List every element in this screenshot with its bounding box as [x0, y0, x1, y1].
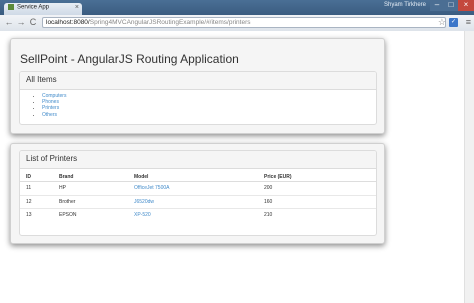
page-title: SellPoint - AngularJS Routing Applicatio…	[20, 52, 239, 66]
items-list: Computers Phones Printers Others	[20, 90, 376, 118]
printers-heading: List of Printers	[20, 151, 376, 169]
cell-id: 13	[20, 208, 59, 222]
printers-table: ID Brand Model Price (EUR) 11 HP OfficeJ…	[20, 172, 376, 222]
cell-brand: HP	[59, 181, 134, 195]
all-items-heading: All Items	[20, 72, 376, 90]
cell-model-link[interactable]: J6520dw	[134, 194, 264, 209]
menu-icon[interactable]: ≡	[466, 17, 471, 28]
printers-panel: List of Printers ID Brand Model Price (E…	[19, 150, 377, 236]
window-titlebar: Service App × Shyam Tirkhere – □ ×	[0, 0, 474, 15]
cell-brand: Brother	[59, 194, 134, 209]
vertical-scrollbar[interactable]	[464, 31, 474, 303]
table-row: 12 Brother J6520dw 160	[20, 194, 376, 209]
cell-price: 210	[264, 208, 376, 222]
cell-id: 11	[20, 181, 59, 195]
item-link-printers[interactable]: Printers	[42, 105, 59, 111]
extension-icon[interactable]: ✓	[449, 18, 458, 27]
reload-icon[interactable]: C	[28, 17, 38, 28]
tab-title: Service App	[17, 4, 50, 11]
address-bar[interactable]: localhost:8080/Spring4MVCAngularJSRoutin…	[42, 17, 446, 28]
browser-tab[interactable]: Service App ×	[4, 3, 82, 15]
list-item: Others	[42, 112, 376, 118]
column-header-brand: Brand	[59, 172, 134, 182]
minimize-button[interactable]: –	[430, 0, 444, 11]
all-items-panel: All Items Computers Phones Printers Othe…	[19, 71, 377, 125]
cell-price: 160	[264, 194, 376, 209]
cell-brand: EPSON	[59, 208, 134, 222]
back-icon[interactable]: ←	[4, 17, 14, 28]
printers-well: List of Printers ID Brand Model Price (E…	[10, 143, 385, 244]
maximize-button[interactable]: □	[444, 0, 458, 11]
item-link-phones[interactable]: Phones	[42, 99, 59, 105]
cell-price: 200	[264, 181, 376, 195]
favicon-icon	[8, 4, 14, 10]
profile-user-label[interactable]: Shyam Tirkhere	[384, 2, 426, 8]
url-path: Spring4MVCAngularJSRoutingExample/#/item…	[89, 19, 251, 26]
table-row: 13 EPSON XP-520 210	[20, 208, 376, 222]
cell-model-link[interactable]: OfficeJet 7500A	[134, 181, 264, 195]
cell-model-link[interactable]: XP-520	[134, 208, 264, 222]
column-header-model: Model	[134, 172, 264, 182]
column-header-price: Price (EUR)	[264, 172, 376, 182]
item-link-computers[interactable]: Computers	[42, 93, 66, 99]
bookmark-star-icon[interactable]: ☆	[438, 17, 446, 28]
browser-toolbar: ← → C localhost:8080/Spring4MVCAngularJS…	[0, 15, 474, 32]
tab-close-icon[interactable]: ×	[75, 4, 79, 11]
item-link-others[interactable]: Others	[42, 112, 57, 118]
url-host: localhost:8080/	[46, 19, 90, 26]
cell-id: 12	[20, 194, 59, 209]
header-well: SellPoint - AngularJS Routing Applicatio…	[10, 38, 385, 134]
forward-icon[interactable]: →	[16, 17, 26, 28]
table-row: 11 HP OfficeJet 7500A 200	[20, 181, 376, 195]
column-header-id: ID	[20, 172, 59, 182]
close-window-button[interactable]: ×	[458, 0, 474, 11]
table-header-row: ID Brand Model Price (EUR)	[20, 172, 376, 182]
